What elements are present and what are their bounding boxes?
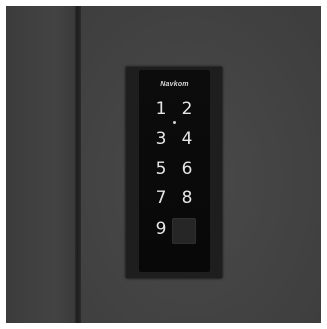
- key-8[interactable]: 8: [178, 187, 196, 209]
- brand-logo: Navkom: [160, 81, 189, 88]
- indicator-dot: [173, 121, 176, 124]
- key-6[interactable]: 6: [178, 158, 196, 180]
- key-4[interactable]: 4: [178, 128, 196, 150]
- key-7[interactable]: 7: [152, 187, 170, 209]
- door-panel-left: [6, 6, 76, 323]
- photo: Navkom 1 2 3 4 5 6 7 8 9: [0, 0, 327, 329]
- key-5[interactable]: 5: [152, 158, 170, 180]
- key-2[interactable]: 2: [178, 98, 196, 120]
- key-3[interactable]: 3: [152, 128, 170, 150]
- key-9[interactable]: 9: [152, 218, 170, 240]
- key-1[interactable]: 1: [152, 98, 170, 120]
- keypad-panel: Navkom 1 2 3 4 5 6 7 8 9: [139, 70, 210, 272]
- fingerprint-sensor[interactable]: [172, 218, 196, 244]
